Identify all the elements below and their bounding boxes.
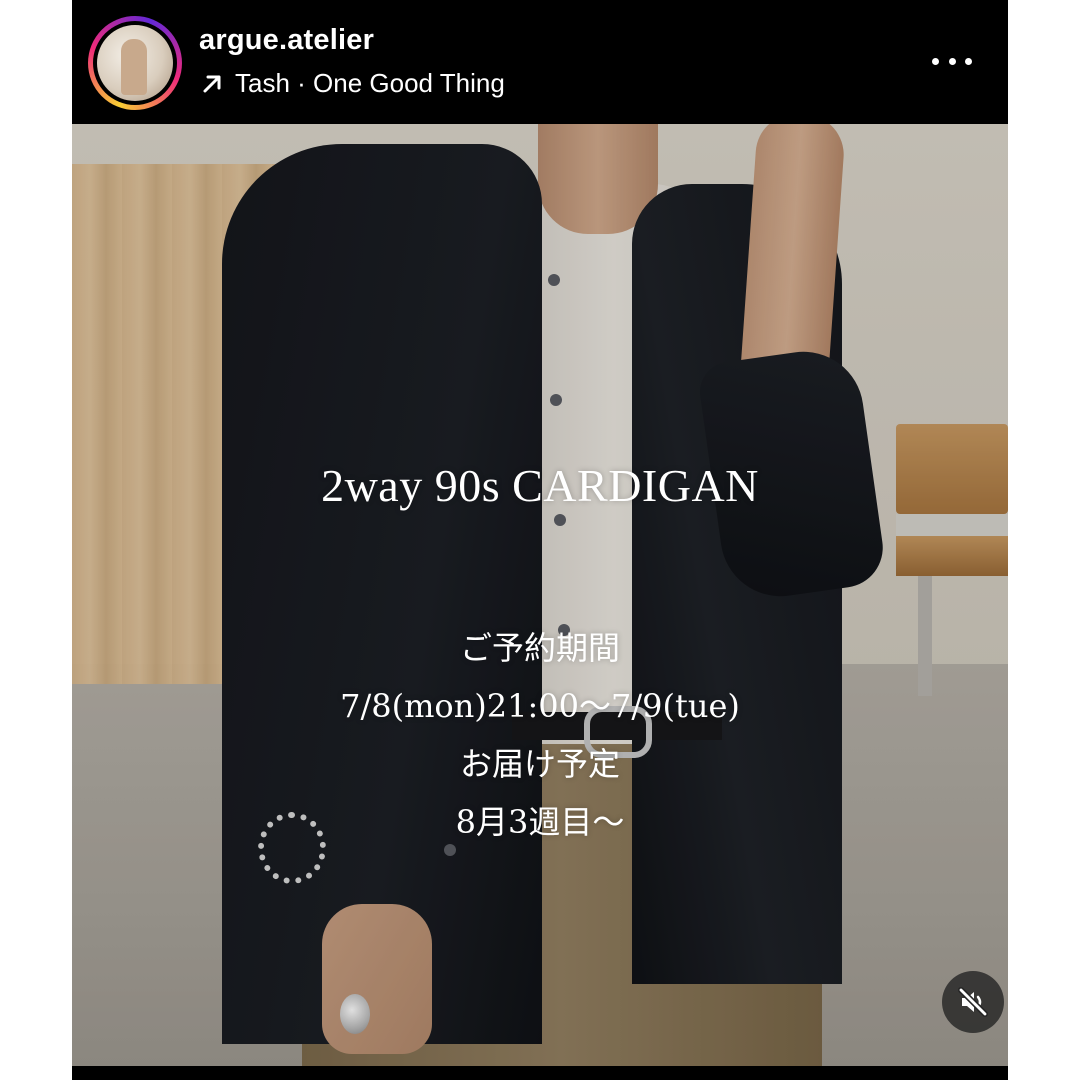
info-line: お届け予定 <box>459 745 620 783</box>
post-header: argue.atelier Tash · One Good Thing <box>72 0 1008 124</box>
reservation-info: ご予約期間 7/8(mon)21:00～7/9(tue) お届け予定 8月3週目… <box>72 619 1008 851</box>
mute-button[interactable] <box>942 971 1004 1033</box>
arrow-up-right-icon <box>199 71 225 97</box>
audio-label: Tash · One Good Thing <box>235 68 505 98</box>
post-frame: argue.atelier Tash · One Good Thing 2way… <box>72 0 1008 1080</box>
speaker-muted-icon <box>958 987 988 1017</box>
post-image[interactable]: 2way 90s CARDIGAN ご予約期間 7/8(mon)21:00～7/… <box>72 124 1008 1066</box>
avatar[interactable] <box>88 16 182 110</box>
more-horizontal-icon <box>932 57 939 65</box>
username[interactable]: argue.atelier <box>199 24 374 57</box>
info-line: ご予約期間 <box>459 629 620 667</box>
audio-attribution[interactable]: Tash · One Good Thing <box>199 68 505 99</box>
avatar-image <box>97 25 173 101</box>
more-options-button[interactable] <box>932 46 972 76</box>
info-line: 7/8(mon)21:00～7/9(tue) <box>340 687 740 725</box>
info-line: 8月3週目～ <box>455 803 625 841</box>
headline-text: 2way 90s CARDIGAN <box>321 460 759 511</box>
